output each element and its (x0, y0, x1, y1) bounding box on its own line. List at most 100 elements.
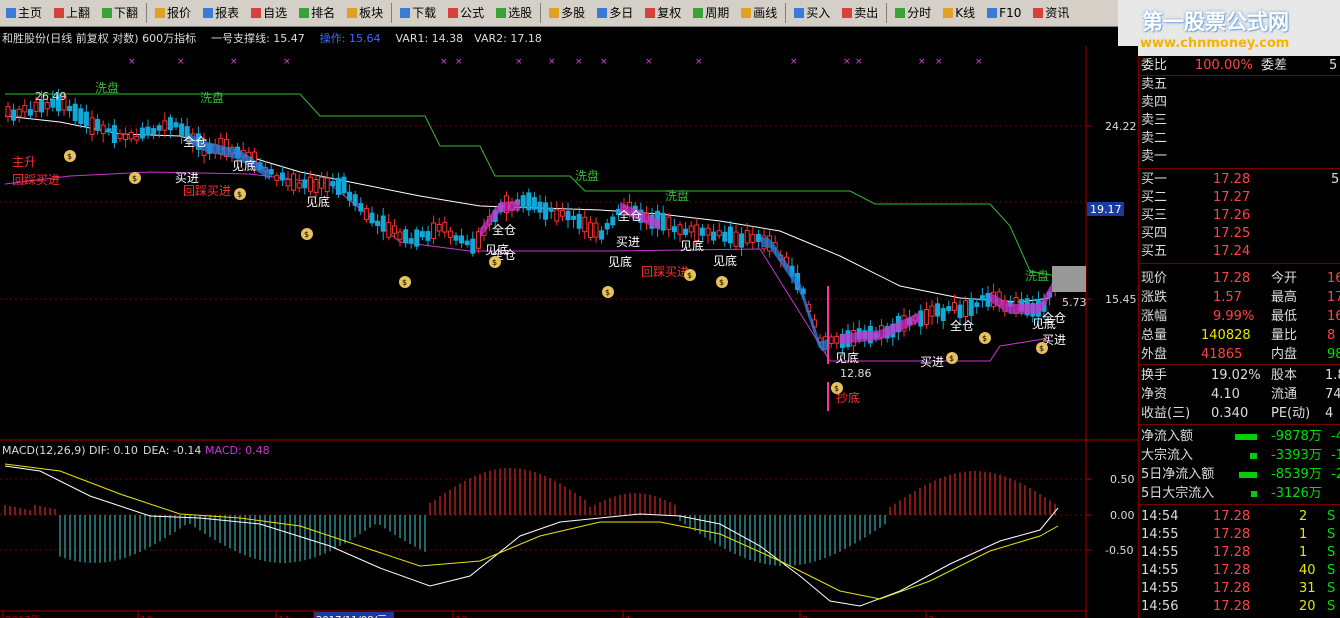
toolbar-button-19[interactable]: K线 (937, 1, 981, 25)
label: 换手 (1141, 368, 1168, 383)
label: 卖三 (1141, 113, 1168, 128)
site-logo: 第一股票公式网 www.chnmoney.com (1118, 0, 1340, 56)
low-label: 12.86 (840, 367, 872, 380)
bid-row: 买三 17.26 (1139, 207, 1340, 225)
toolbar-button-20[interactable]: F10 (981, 1, 1027, 25)
bid-row: 买四 17.25 (1139, 225, 1340, 243)
toolbar-icon (895, 8, 906, 18)
toolbar-button-18[interactable]: 分时 (889, 1, 937, 25)
price: 17.28 (1213, 563, 1251, 578)
kline-chart[interactable]: × × × × × × × × × × × × × × × × × × 洗盘洗盘洗盘洗盘洗盘主升回踩买进全仓买进见… (0, 46, 1138, 618)
toolbar-button-14[interactable]: 周期 (687, 1, 735, 25)
logo-url: www.chnmoney.com (1140, 36, 1290, 51)
high-label: 26.49 (35, 90, 67, 103)
toolbar-button-11[interactable]: 多股 (543, 1, 591, 25)
toolbar-label: 自选 (263, 6, 288, 20)
value: -9878万 (1271, 429, 1322, 444)
macd-title: MACD(12,26,9) (2, 444, 86, 457)
toolbar-button-2[interactable]: 下翻 (96, 1, 144, 25)
money-bag-symbol: $ (304, 230, 309, 239)
toolbar-button-4[interactable]: 报表 (197, 1, 245, 25)
value: 9.99% (1213, 309, 1255, 324)
label: PE(动) (1271, 406, 1311, 421)
stat-row: 涨跌 1.57 最高 17 (1139, 289, 1340, 307)
value: 0.340 (1211, 406, 1249, 421)
toolbar-label: 上翻 (66, 6, 91, 20)
side: S (1327, 509, 1336, 524)
label: 5日净流入额 (1141, 467, 1215, 482)
price: 17.27 (1213, 190, 1251, 205)
finance-row: 净资 4.10 流通 740 (1139, 386, 1340, 404)
price: 17.28 (1213, 581, 1251, 596)
time: 14:55 (1141, 581, 1179, 596)
toolbar-button-1[interactable]: 上翻 (48, 1, 96, 25)
toolbar-button-3[interactable]: 报价 (149, 1, 197, 25)
toolbar-label: 选股 (508, 6, 533, 20)
signal-label: 全仓 (492, 222, 516, 237)
signal-label: 回踩买进 (641, 265, 689, 279)
volume: 40 (1299, 563, 1316, 578)
toolbar-button-7[interactable]: 板块 (341, 1, 389, 25)
fund-flow-bar (1251, 491, 1257, 497)
toolbar-label: 周期 (705, 6, 730, 20)
toolbar-icon (1033, 8, 1044, 18)
value: -1 (1331, 448, 1340, 463)
toolbar-button-13[interactable]: 复权 (639, 1, 687, 25)
toolbar-icon (645, 8, 656, 18)
signal-label: 见底 (680, 238, 704, 253)
macd-value: MACD: 0.48 (205, 444, 270, 457)
label: 最高 (1271, 290, 1298, 305)
toolbar-button-15[interactable]: 画线 (735, 1, 783, 25)
operate-value: 操作: 15.64 (319, 32, 381, 45)
marker-x: × (935, 57, 943, 67)
toolbar-button-8[interactable]: 下载 (394, 1, 442, 25)
marker-x: × (440, 57, 448, 67)
signal-label: 全仓 (1042, 310, 1066, 325)
toolbar-icon (496, 8, 507, 18)
toolbar-separator (785, 3, 787, 23)
marker-x: × (645, 57, 653, 67)
label: 收益(三) (1141, 406, 1191, 421)
price: 17.24 (1213, 244, 1251, 259)
toolbar-button-5[interactable]: 自选 (245, 1, 293, 25)
bid-row: 买五 17.24 (1139, 243, 1340, 261)
value: 4.10 (1211, 387, 1240, 402)
value: -2 (1331, 467, 1340, 482)
toolbar-label: 复权 (657, 6, 682, 20)
label: 委比 (1141, 58, 1168, 73)
fund-flow-row: 大宗流入 -3393万 -1 (1139, 447, 1340, 465)
label: 买四 (1141, 226, 1168, 241)
price-tick-3: 15.45 (1105, 293, 1137, 306)
var1-value: VAR1: 14.38 (395, 32, 464, 45)
label: 卖五 (1141, 77, 1168, 92)
signal-label: 见底 (306, 194, 330, 209)
toolbar-label: 分时 (907, 6, 932, 20)
signal-label: 见底 (835, 350, 859, 365)
tick-row: 14:55 17.28 31 S (1139, 580, 1340, 598)
signal-label: 主升 (12, 155, 36, 169)
signal-label: 洗盘 (575, 168, 599, 183)
toolbar-separator (146, 3, 148, 23)
label: 最低 (1271, 309, 1298, 324)
signal-label: 洗盘 (200, 90, 224, 105)
toolbar-button-21[interactable]: 资讯 (1027, 1, 1075, 25)
toolbar-button-0[interactable]: 主页 (0, 1, 48, 25)
divider (1139, 424, 1340, 425)
toolbar-button-10[interactable]: 选股 (490, 1, 538, 25)
macd-dif: DIF: 0.10 (89, 444, 138, 457)
toolbar-button-16[interactable]: 买入 (788, 1, 836, 25)
value: -3393万 (1271, 448, 1322, 463)
toolbar-button-17[interactable]: 卖出 (836, 1, 884, 25)
toolbar-button-6[interactable]: 排名 (293, 1, 341, 25)
toolbar-separator (886, 3, 888, 23)
toolbar-label: F10 (999, 6, 1022, 20)
toolbar-button-12[interactable]: 多日 (591, 1, 639, 25)
toolbar-icon (448, 8, 459, 18)
tick-row: 14:55 17.28 1 S (1139, 526, 1340, 544)
price: 17.26 (1213, 208, 1251, 223)
label: 5日大宗流入 (1141, 486, 1215, 501)
signal-label: 洗盘 (95, 80, 119, 95)
marker-x: × (575, 57, 583, 67)
money-bag-symbol: $ (237, 190, 242, 199)
toolbar-button-9[interactable]: 公式 (442, 1, 490, 25)
